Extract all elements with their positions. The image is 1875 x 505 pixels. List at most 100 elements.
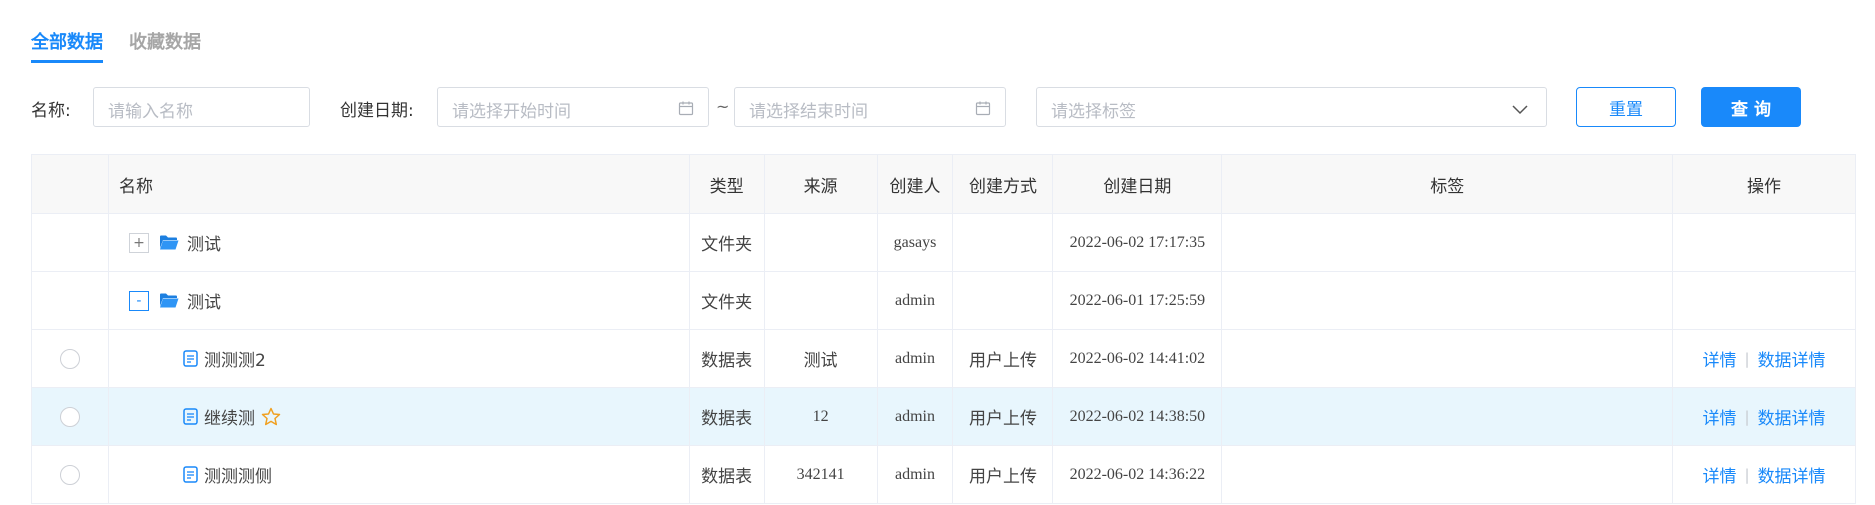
document-icon — [183, 466, 198, 483]
end-date-input[interactable]: 请选择结束时间 — [734, 87, 1006, 127]
row-tags — [1222, 446, 1674, 503]
row-name-cell: 测测测侧 — [109, 446, 690, 503]
calendar-icon[interactable] — [678, 100, 694, 121]
row-date: 2022-06-02 14:38:50 — [1053, 388, 1223, 445]
header-tags: 标签 — [1222, 155, 1674, 213]
row-creator: admin — [878, 330, 954, 387]
row-radio[interactable] — [59, 406, 80, 427]
row-name: 测试 — [186, 293, 221, 313]
calendar-icon[interactable] — [975, 100, 991, 121]
row-tags — [1222, 272, 1674, 329]
header-name: 名称 — [109, 155, 690, 213]
table-row[interactable]: 继续测 数据表 12 admin 用户上传 2022-06-02 14:38:5… — [32, 388, 1856, 446]
expand-button[interactable]: + — [128, 232, 149, 253]
collapse-button[interactable]: - — [128, 290, 149, 311]
row-source — [765, 272, 878, 329]
op-separator: | — [1744, 407, 1750, 426]
tag-select-placeholder: 请选择标签 — [1051, 102, 1136, 122]
row-tags — [1222, 388, 1674, 445]
row-method — [953, 214, 1054, 271]
row-date: 2022-06-02 14:36:22 — [1053, 446, 1223, 503]
row-name-cell: - 测试 — [109, 272, 690, 329]
star-outline-icon[interactable] — [261, 407, 281, 426]
row-ops — [1673, 214, 1856, 271]
row-radio[interactable] — [59, 348, 80, 369]
reset-button[interactable]: 重置 — [1576, 87, 1676, 127]
detail-link[interactable]: 详情 — [1703, 346, 1737, 371]
end-date-placeholder: 请选择结束时间 — [749, 102, 868, 122]
name-input-placeholder: 请输入名称 — [108, 102, 193, 122]
row-select — [32, 272, 109, 329]
tab-favorites[interactable]: 收藏数据 — [129, 28, 201, 63]
row-creator: admin — [878, 388, 954, 445]
row-source: 342141 — [765, 446, 878, 503]
row-radio[interactable] — [59, 464, 80, 485]
header-ops: 操作 — [1673, 155, 1856, 213]
data-table: 名称 类型 来源 创建人 创建方式 创建日期 标签 操作 + 测试 文件夹 ga… — [31, 154, 1856, 504]
row-source: 测试 — [765, 330, 878, 387]
tab-all-data[interactable]: 全部数据 — [31, 28, 103, 63]
header-method: 创建方式 — [953, 155, 1054, 213]
row-tags — [1222, 214, 1674, 271]
row-source: 12 — [765, 388, 878, 445]
detail-link[interactable]: 详情 — [1703, 462, 1737, 487]
range-separator: ~ — [716, 97, 730, 116]
table-row[interactable]: 测测测2 数据表 测试 admin 用户上传 2022-06-02 14:41:… — [32, 330, 1856, 388]
table-header: 名称 类型 来源 创建人 创建方式 创建日期 标签 操作 — [32, 155, 1856, 214]
row-type: 文件夹 — [690, 214, 765, 271]
filter-bar: 名称: 请输入名称 创建日期: 请选择开始时间 ~ 请选择结束时间 请选择标签 … — [0, 87, 1875, 127]
start-date-placeholder: 请选择开始时间 — [452, 102, 571, 122]
row-type: 数据表 — [690, 446, 765, 503]
chevron-down-icon[interactable] — [1512, 101, 1528, 121]
row-name: 测测测2 — [203, 351, 266, 371]
header-creator: 创建人 — [878, 155, 954, 213]
row-method: 用户上传 — [953, 388, 1054, 445]
row-name-cell: 测测测2 — [109, 330, 690, 387]
header-source: 来源 — [765, 155, 878, 213]
table-row[interactable]: + 测试 文件夹 gasays 2022-06-02 17:17:35 — [32, 214, 1856, 272]
header-date: 创建日期 — [1053, 155, 1223, 213]
name-label: 名称: — [31, 101, 71, 121]
folder-icon — [159, 292, 179, 309]
header-select — [32, 155, 109, 213]
row-select — [32, 330, 109, 387]
row-creator: gasays — [878, 214, 954, 271]
row-tags — [1222, 330, 1674, 387]
row-ops: 详情 | 数据详情 — [1673, 446, 1856, 503]
date-label: 创建日期: — [340, 101, 414, 121]
row-type: 文件夹 — [690, 272, 765, 329]
row-ops — [1673, 272, 1856, 329]
start-date-input[interactable]: 请选择开始时间 — [437, 87, 709, 127]
data-tabs: 全部数据 收藏数据 — [31, 28, 201, 63]
row-method: 用户上传 — [953, 446, 1054, 503]
row-method — [953, 272, 1054, 329]
data-detail-link[interactable]: 数据详情 — [1758, 462, 1826, 487]
row-date: 2022-06-02 14:41:02 — [1053, 330, 1223, 387]
row-ops: 详情 | 数据详情 — [1673, 388, 1856, 445]
row-date: 2022-06-02 17:17:35 — [1053, 214, 1223, 271]
detail-link[interactable]: 详情 — [1703, 404, 1737, 429]
data-detail-link[interactable]: 数据详情 — [1758, 346, 1826, 371]
row-method: 用户上传 — [953, 330, 1054, 387]
query-button[interactable]: 查 询 — [1701, 87, 1801, 127]
document-icon — [183, 350, 198, 367]
tag-select[interactable]: 请选择标签 — [1036, 87, 1547, 127]
table-row[interactable]: 测测测侧 数据表 342141 admin 用户上传 2022-06-02 14… — [32, 446, 1856, 504]
row-select — [32, 388, 109, 445]
row-creator: admin — [878, 446, 954, 503]
row-source — [765, 214, 878, 271]
row-name: 继续测 — [203, 409, 255, 429]
data-detail-link[interactable]: 数据详情 — [1758, 404, 1826, 429]
row-creator: admin — [878, 272, 954, 329]
folder-icon — [159, 234, 179, 251]
op-separator: | — [1744, 465, 1750, 484]
table-row[interactable]: - 测试 文件夹 admin 2022-06-01 17:25:59 — [32, 272, 1856, 330]
row-name-cell: 继续测 — [109, 388, 690, 445]
row-name-cell: + 测试 — [109, 214, 690, 271]
row-select — [32, 214, 109, 271]
row-name: 测试 — [186, 235, 221, 255]
row-type: 数据表 — [690, 330, 765, 387]
name-input[interactable]: 请输入名称 — [93, 87, 310, 127]
row-type: 数据表 — [690, 388, 765, 445]
header-type: 类型 — [690, 155, 765, 213]
